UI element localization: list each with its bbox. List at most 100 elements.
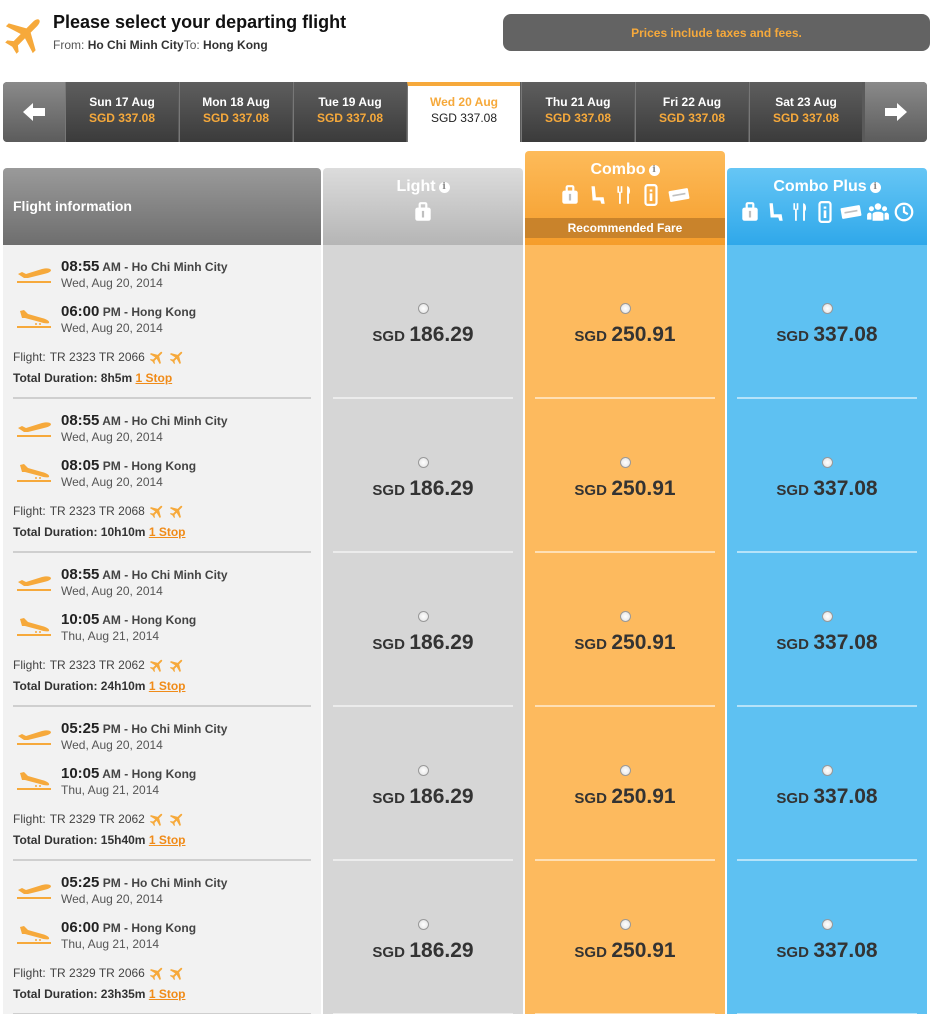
date-tab-price: SGD 337.08 [772,111,840,125]
fare-radio[interactable] [620,765,631,776]
fare-radio[interactable] [418,303,429,314]
fare-radio[interactable] [822,303,833,314]
arrival-time: 08:05 [61,457,100,474]
combo-fare-column: SGD 250.91 SGD 250.91 SGD 250.91 SGD 250.91… [525,245,725,1014]
fare-radio[interactable] [822,611,833,622]
combo-fare-cell[interactable]: SGD 250.91 [525,553,725,707]
combo-plus-fare-column: SGD 337.08 SGD 337.08 SGD 337.08 SGD 337.08… [727,245,927,1014]
fare-price: SGD 186.29 [372,785,474,808]
departure-date: Wed, Aug 20, 2014 [61,276,163,290]
departure-time: 05:25 [61,874,100,891]
combo-fare-cell[interactable]: SGD 250.91 [525,245,725,399]
combo-plus-fare-title: Combo Plus [773,178,867,195]
fare-radio[interactable] [822,457,833,468]
departure-city: Ho Chi Minh City [131,414,228,428]
flight-row: 08:55 AM - Ho Chi Minh City Wed, Aug 20, … [3,245,321,399]
fare-radio[interactable] [418,611,429,622]
fare-price: SGD 250.91 [574,631,676,654]
date-tab-price: SGD 337.08 [430,111,498,125]
total-duration: Total Duration: 23h35m 1 Stop [13,987,186,1001]
combo-fare-cell[interactable]: SGD 250.91 [525,707,725,861]
fare-radio[interactable] [620,611,631,622]
light-fare-cell[interactable]: SGD 186.29 [323,861,523,1014]
fare-radio[interactable] [620,303,631,314]
fare-radio[interactable] [620,919,631,930]
date-tab[interactable]: Wed 20 Aug SGD 337.08 [407,82,520,142]
baggage-icon [739,201,761,223]
light-fare-cell[interactable]: SGD 186.29 [323,553,523,707]
arrival-city: Hong Kong [131,613,197,627]
combo-fare-title: Combo [590,161,646,178]
fare-radio[interactable] [822,919,833,930]
destination-city: Hong Kong [203,38,268,52]
arrow-left-icon [23,103,45,121]
plus-fare-cell[interactable]: SGD 337.08 [727,707,927,861]
airplane-icon [169,811,185,827]
stops-link[interactable]: 1 Stop [149,679,186,693]
landing-icon [16,615,54,637]
baggage-icon [412,201,434,223]
flight-number: Flight: TR 2329 TR 2066 [13,965,185,981]
date-tab[interactable]: Sun 17 Aug SGD 337.08 [65,82,178,142]
flight-info-header: Flight information [3,168,321,245]
plus-fare-cell[interactable]: SGD 337.08 [727,245,927,399]
date-tab-day: Wed 20 Aug [429,95,498,109]
info-icon[interactable]: i [438,181,450,193]
combo-fare-cell[interactable]: SGD 250.91 [525,861,725,1014]
arrival-date: Thu, Aug 21, 2014 [61,629,160,643]
arrival-time: 06:00 [61,919,100,936]
fare-radio[interactable] [418,457,429,468]
date-tab[interactable]: Thu 21 Aug SGD 337.08 [521,82,634,142]
light-fare-column: SGD 186.29 SGD 186.29 SGD 186.29 SGD 186.29… [323,245,523,1014]
meal-icon [789,201,811,223]
previous-dates-button[interactable] [3,82,65,142]
date-tab-price: SGD 337.08 [202,111,270,125]
total-duration: Total Duration: 15h40m 1 Stop [13,833,186,847]
date-tab[interactable]: Fri 22 Aug SGD 337.08 [635,82,748,142]
departure-time: 08:55 [61,412,100,429]
next-dates-button[interactable] [865,82,927,142]
takeoff-icon [16,570,54,592]
takeoff-icon [16,262,54,284]
fare-radio[interactable] [418,765,429,776]
date-tab-day: Thu 21 Aug [545,95,611,109]
recommended-badge: Recommended Fare [525,218,725,238]
light-fare-cell[interactable]: SGD 186.29 [323,245,523,399]
stops-link[interactable]: 1 Stop [149,525,186,539]
takeoff-icon [16,416,54,438]
date-tab[interactable]: Mon 18 Aug SGD 337.08 [179,82,292,142]
date-tab[interactable]: Sat 23 Aug SGD 337.08 [749,82,862,142]
plus-fare-cell[interactable]: SGD 337.08 [727,861,927,1014]
clock-icon [893,201,915,223]
info-icon[interactable]: i [648,164,660,176]
landing-icon [16,461,54,483]
stops-link[interactable]: 1 Stop [149,987,186,1001]
flight-row: 08:55 AM - Ho Chi Minh City Wed, Aug 20, … [3,553,321,707]
combo-fare-header: Combo i Recommended Fare [525,151,725,245]
entertainment-icon [814,201,836,223]
arrival-date: Thu, Aug 21, 2014 [61,783,160,797]
fare-price: SGD 337.08 [776,323,878,346]
stops-link[interactable]: 1 Stop [135,371,172,385]
date-tab[interactable]: Tue 19 Aug SGD 337.08 [293,82,406,142]
date-carousel: Sun 17 Aug SGD 337.08 Mon 18 Aug SGD 337.08… [3,82,927,142]
origin-city: Ho Chi Minh City [87,38,184,52]
landing-icon [16,769,54,791]
light-fare-cell[interactable]: SGD 186.29 [323,399,523,553]
stops-link[interactable]: 1 Stop [149,833,186,847]
fare-price: SGD 250.91 [574,785,676,808]
plus-fare-cell[interactable]: SGD 337.08 [727,553,927,707]
fare-radio[interactable] [620,457,631,468]
info-icon[interactable]: i [869,181,881,193]
fare-radio[interactable] [418,919,429,930]
combo-fare-cell[interactable]: SGD 250.91 [525,399,725,553]
flight-row: 05:25 PM - Ho Chi Minh City Wed, Aug 20, … [3,707,321,861]
departure-city: Ho Chi Minh City [131,568,228,582]
arrival-date: Wed, Aug 20, 2014 [61,321,163,335]
departure-date: Wed, Aug 20, 2014 [61,584,163,598]
fare-price: SGD 337.08 [776,631,878,654]
entertainment-icon [640,184,662,206]
light-fare-cell[interactable]: SGD 186.29 [323,707,523,861]
plus-fare-cell[interactable]: SGD 337.08 [727,399,927,553]
fare-radio[interactable] [822,765,833,776]
